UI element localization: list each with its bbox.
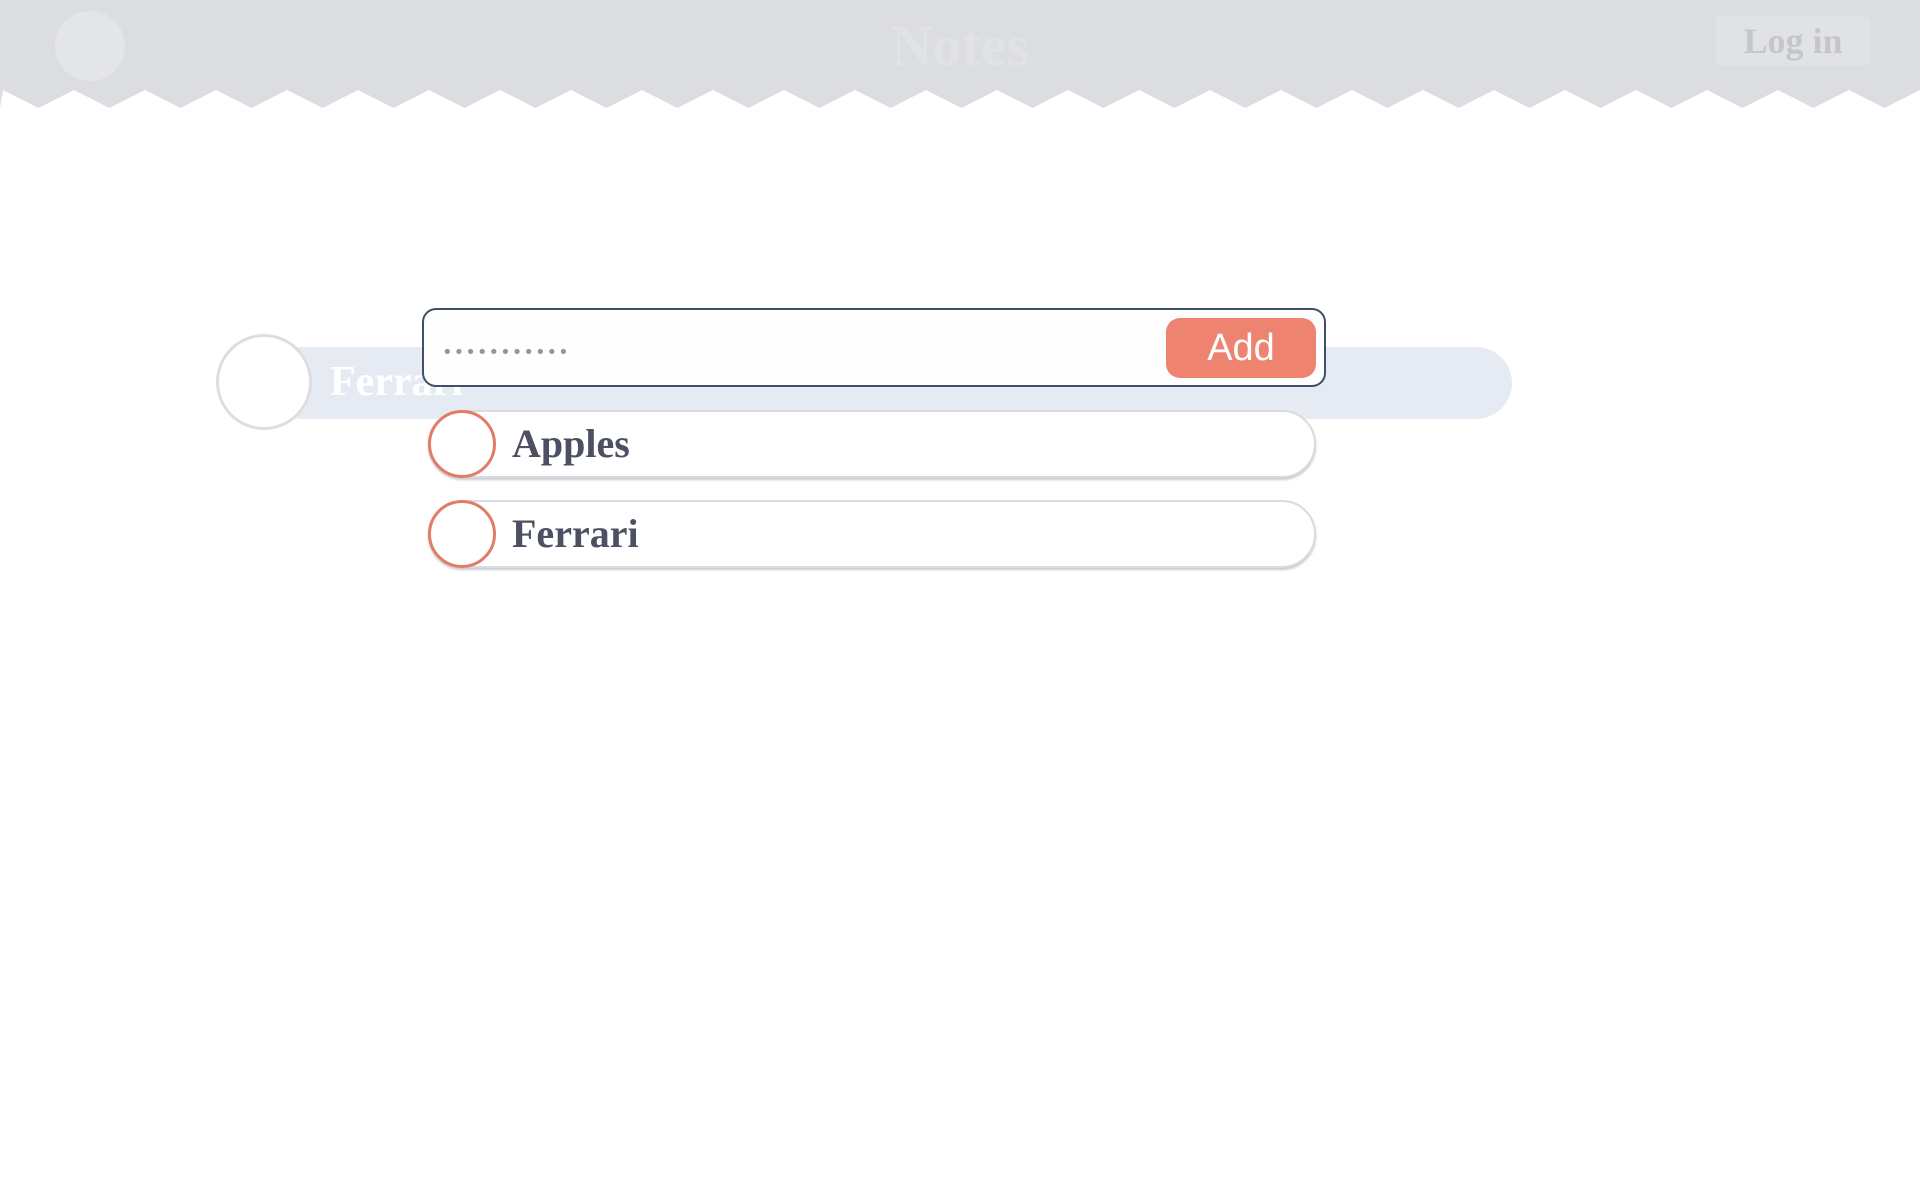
list-item[interactable]: Apples	[428, 410, 1316, 478]
zigzag-header-background	[0, 0, 1920, 108]
dragging-note-checkbox	[216, 334, 312, 430]
note-label: Apples	[512, 421, 630, 466]
checkbox[interactable]	[428, 500, 496, 568]
note-list: Apples Ferrari	[428, 410, 1318, 590]
note-input[interactable]	[442, 330, 1142, 374]
add-note-form: Add	[422, 308, 1326, 387]
avatar[interactable]	[55, 11, 125, 81]
add-button[interactable]: Add	[1166, 318, 1316, 378]
checkbox[interactable]	[428, 410, 496, 478]
app-header: Notes Log in	[0, 0, 1920, 112]
list-item[interactable]: Ferrari	[428, 500, 1316, 568]
login-button[interactable]: Log in	[1716, 16, 1870, 66]
note-label: Ferrari	[512, 511, 639, 556]
